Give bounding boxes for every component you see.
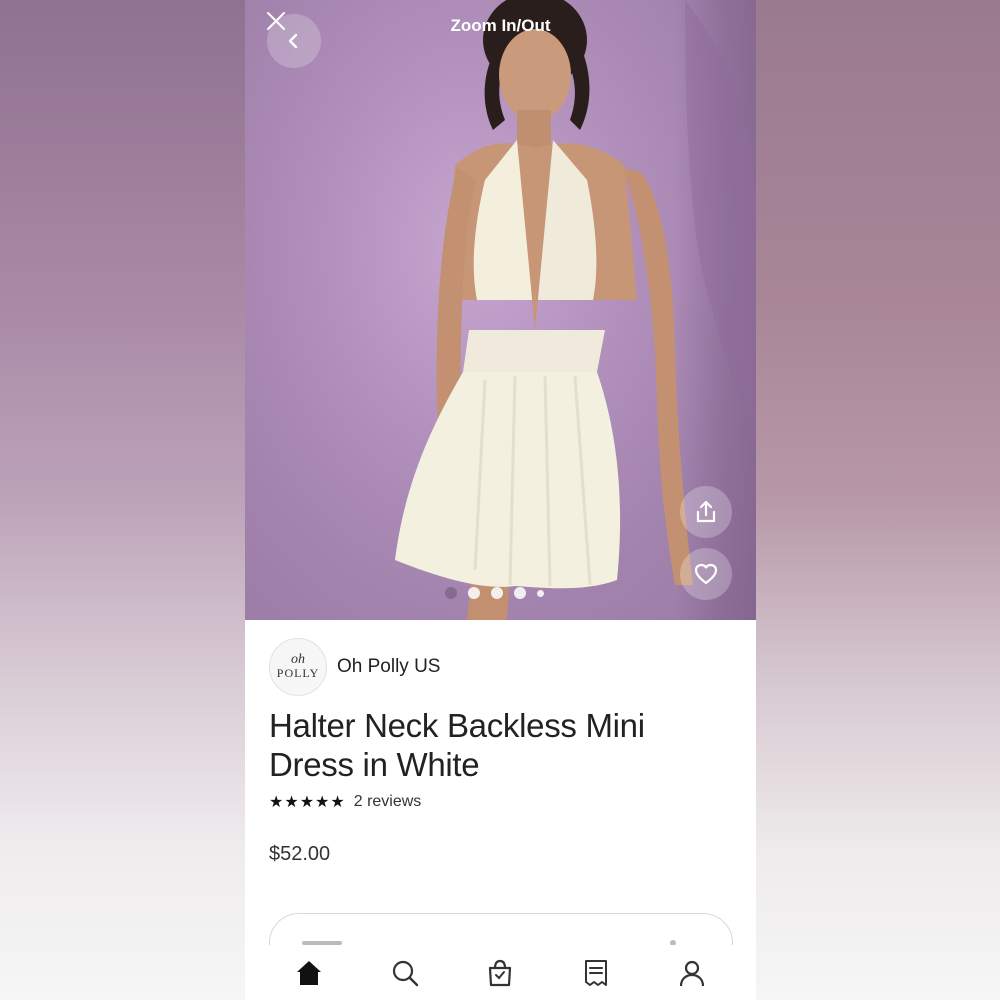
background-blur-left <box>0 0 245 1000</box>
shop-name[interactable]: Oh Polly US <box>337 656 440 678</box>
close-button[interactable] <box>263 10 289 36</box>
shop-logo-line1: oh <box>291 652 305 667</box>
product-title: Halter Neck Backless Mini Dress in White <box>269 707 645 783</box>
shop-logo-line2: POLLY <box>276 666 320 680</box>
product-photo <box>395 0 756 620</box>
tab-home[interactable] <box>287 951 331 995</box>
shop-logo: oh POLLY <box>269 638 327 696</box>
favorite-button[interactable] <box>680 548 732 600</box>
carousel-dot[interactable] <box>468 587 480 599</box>
share-button[interactable] <box>680 486 732 538</box>
tab-account[interactable] <box>670 951 714 995</box>
tab-cart[interactable] <box>478 951 522 995</box>
product-image-carousel[interactable]: Zoom In/Out <box>245 0 756 620</box>
receipt-icon <box>585 959 608 986</box>
close-icon <box>267 12 285 30</box>
shop-link[interactable]: oh POLLY Oh Polly US <box>269 638 440 696</box>
carousel-dot[interactable] <box>537 589 544 597</box>
heart-icon <box>694 563 718 585</box>
rating-row[interactable]: ★★★★★ 2 reviews <box>269 792 421 812</box>
shopping-bag-icon <box>489 959 512 986</box>
home-icon <box>296 960 321 985</box>
carousel-indicator <box>445 587 544 599</box>
product-price: $52.00 <box>269 843 331 865</box>
search-icon <box>392 960 418 986</box>
carousel-dot[interactable] <box>491 587 503 599</box>
tab-search[interactable] <box>383 951 427 995</box>
phone-screen: Zoom In/Out oh POLLY Oh Polly US Halter … <box>245 0 756 1000</box>
tab-orders[interactable] <box>574 951 618 995</box>
share-icon <box>696 500 716 523</box>
carousel-dot[interactable] <box>445 587 457 599</box>
bottom-tab-bar <box>245 945 756 1000</box>
zoom-title: Zoom In/Out <box>450 16 551 35</box>
user-icon <box>679 960 705 986</box>
background-blur-right <box>756 0 1000 1000</box>
carousel-dot[interactable] <box>514 587 526 599</box>
star-rating: ★★★★★ <box>269 794 346 811</box>
reviews-link[interactable]: 2 reviews <box>354 793 422 811</box>
